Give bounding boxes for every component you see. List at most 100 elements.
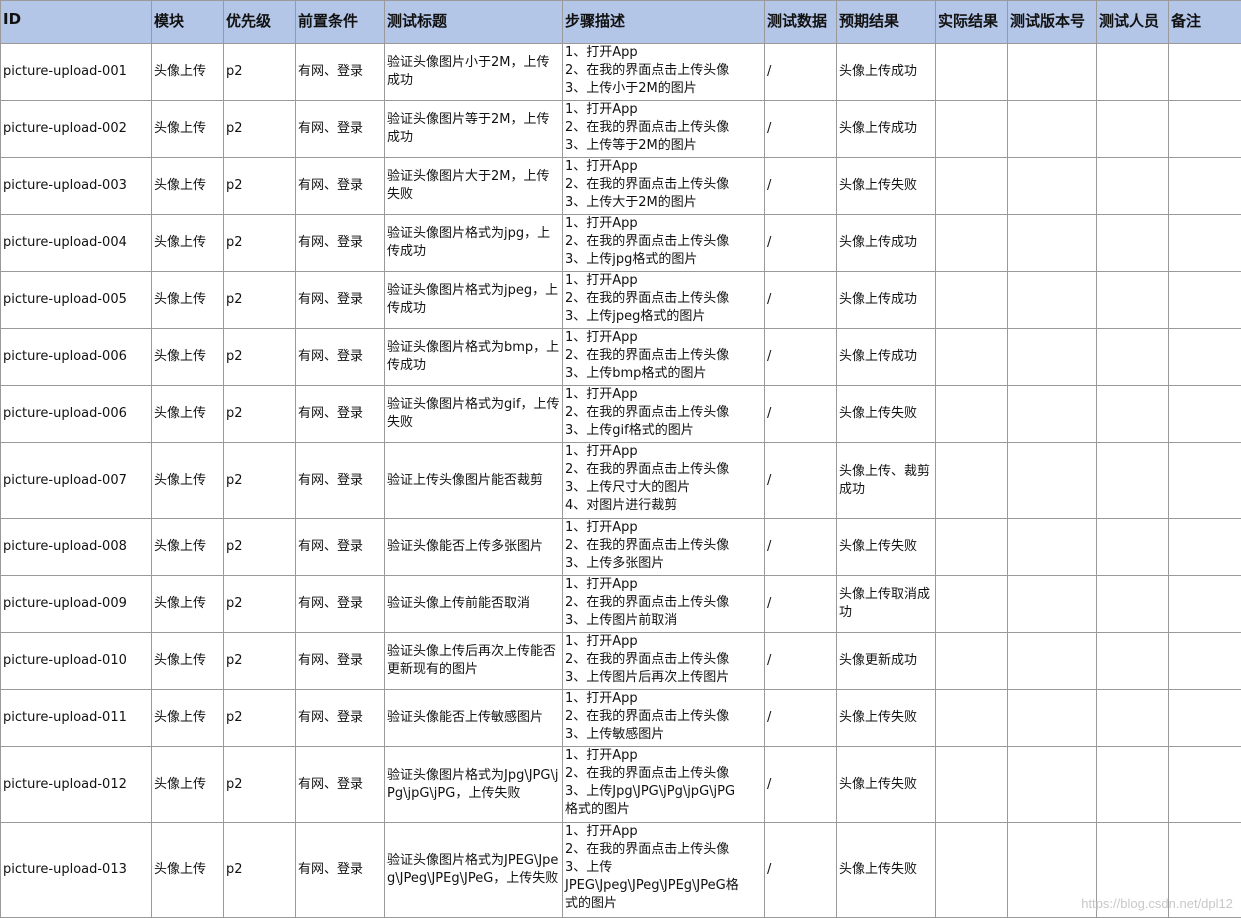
cell-title[interactable]: 验证上传头像图片能否裁剪 <box>385 443 563 519</box>
cell-actual[interactable] <box>936 823 1008 918</box>
cell-expected[interactable]: 头像上传成功 <box>837 44 936 101</box>
cell-tester[interactable] <box>1097 633 1169 690</box>
cell-version[interactable] <box>1008 272 1097 329</box>
cell-priority[interactable]: p2 <box>224 443 296 519</box>
cell-version[interactable] <box>1008 519 1097 576</box>
cell-steps[interactable]: 1、打开App2、在我的界面点击上传头像3、上传gif格式的图片 <box>563 386 765 443</box>
cell-priority[interactable]: p2 <box>224 272 296 329</box>
cell-priority[interactable]: p2 <box>224 44 296 101</box>
cell-actual[interactable] <box>936 386 1008 443</box>
cell-title[interactable]: 验证头像图片格式为Jpg\JPG\jPg\jpG\jPG，上传失败 <box>385 747 563 823</box>
cell-version[interactable] <box>1008 386 1097 443</box>
cell-expected[interactable]: 头像上传、裁剪成功 <box>837 443 936 519</box>
cell-test-data[interactable]: / <box>765 747 837 823</box>
cell-note[interactable] <box>1169 158 1241 215</box>
cell-steps[interactable]: 1、打开App2、在我的界面点击上传头像3、上传敏感图片 <box>563 690 765 747</box>
cell-title[interactable]: 验证头像图片格式为JPEG\Jpeg\JPeg\JPEg\JPeG，上传失败 <box>385 823 563 918</box>
cell-precondition[interactable]: 有网、登录 <box>296 443 385 519</box>
cell-steps[interactable]: 1、打开App2、在我的界面点击上传头像3、上传小于2M的图片 <box>563 44 765 101</box>
cell-steps[interactable]: 1、打开App2、在我的界面点击上传头像3、上传尺寸大的图片4、对图片进行裁剪 <box>563 443 765 519</box>
cell-module[interactable]: 头像上传 <box>152 747 224 823</box>
cell-module[interactable]: 头像上传 <box>152 158 224 215</box>
cell-note[interactable] <box>1169 747 1241 823</box>
cell-actual[interactable] <box>936 101 1008 158</box>
cell-module[interactable]: 头像上传 <box>152 823 224 918</box>
cell-precondition[interactable]: 有网、登录 <box>296 44 385 101</box>
cell-module[interactable]: 头像上传 <box>152 690 224 747</box>
cell-note[interactable] <box>1169 633 1241 690</box>
cell-title[interactable]: 验证头像图片小于2M，上传成功 <box>385 44 563 101</box>
cell-precondition[interactable]: 有网、登录 <box>296 690 385 747</box>
cell-precondition[interactable]: 有网、登录 <box>296 823 385 918</box>
cell-version[interactable] <box>1008 576 1097 633</box>
column-header-steps[interactable]: 步骤描述 <box>563 1 765 44</box>
cell-expected[interactable]: 头像上传失败 <box>837 823 936 918</box>
cell-test-data[interactable]: / <box>765 823 837 918</box>
cell-tester[interactable] <box>1097 101 1169 158</box>
cell-steps[interactable]: 1、打开App2、在我的界面点击上传头像3、上传多张图片 <box>563 519 765 576</box>
cell-priority[interactable]: p2 <box>224 747 296 823</box>
cell-expected[interactable]: 头像上传成功 <box>837 215 936 272</box>
cell-test-data[interactable]: / <box>765 101 837 158</box>
cell-version[interactable] <box>1008 633 1097 690</box>
cell-id[interactable]: picture-upload-006 <box>1 386 152 443</box>
cell-actual[interactable] <box>936 215 1008 272</box>
column-header-version[interactable]: 测试版本号 <box>1008 1 1097 44</box>
cell-id[interactable]: picture-upload-012 <box>1 747 152 823</box>
column-header-expected[interactable]: 预期结果 <box>837 1 936 44</box>
cell-expected[interactable]: 头像更新成功 <box>837 633 936 690</box>
cell-tester[interactable] <box>1097 44 1169 101</box>
cell-module[interactable]: 头像上传 <box>152 101 224 158</box>
cell-priority[interactable]: p2 <box>224 633 296 690</box>
cell-version[interactable] <box>1008 101 1097 158</box>
cell-test-data[interactable]: / <box>765 443 837 519</box>
cell-test-data[interactable]: / <box>765 386 837 443</box>
cell-precondition[interactable]: 有网、登录 <box>296 101 385 158</box>
cell-module[interactable]: 头像上传 <box>152 576 224 633</box>
cell-version[interactable] <box>1008 158 1097 215</box>
cell-note[interactable] <box>1169 443 1241 519</box>
cell-id[interactable]: picture-upload-007 <box>1 443 152 519</box>
cell-version[interactable] <box>1008 690 1097 747</box>
column-header-note[interactable]: 备注 <box>1169 1 1241 44</box>
cell-actual[interactable] <box>936 272 1008 329</box>
column-header-actual[interactable]: 实际结果 <box>936 1 1008 44</box>
cell-id[interactable]: picture-upload-009 <box>1 576 152 633</box>
cell-test-data[interactable]: / <box>765 215 837 272</box>
cell-test-data[interactable]: / <box>765 633 837 690</box>
cell-id[interactable]: picture-upload-013 <box>1 823 152 918</box>
cell-precondition[interactable]: 有网、登录 <box>296 158 385 215</box>
cell-expected[interactable]: 头像上传成功 <box>837 272 936 329</box>
cell-expected[interactable]: 头像上传失败 <box>837 690 936 747</box>
cell-id[interactable]: picture-upload-001 <box>1 44 152 101</box>
cell-actual[interactable] <box>936 443 1008 519</box>
cell-tester[interactable] <box>1097 386 1169 443</box>
cell-id[interactable]: picture-upload-003 <box>1 158 152 215</box>
cell-note[interactable] <box>1169 519 1241 576</box>
cell-note[interactable] <box>1169 329 1241 386</box>
column-header-precondition[interactable]: 前置条件 <box>296 1 385 44</box>
cell-title[interactable]: 验证头像图片格式为jpeg，上传成功 <box>385 272 563 329</box>
cell-actual[interactable] <box>936 329 1008 386</box>
cell-steps[interactable]: 1、打开App2、在我的界面点击上传头像3、上传jpg格式的图片 <box>563 215 765 272</box>
cell-precondition[interactable]: 有网、登录 <box>296 519 385 576</box>
cell-title[interactable]: 验证头像图片格式为jpg，上传成功 <box>385 215 563 272</box>
cell-note[interactable] <box>1169 101 1241 158</box>
cell-expected[interactable]: 头像上传失败 <box>837 158 936 215</box>
cell-note[interactable] <box>1169 386 1241 443</box>
column-header-title[interactable]: 测试标题 <box>385 1 563 44</box>
cell-priority[interactable]: p2 <box>224 101 296 158</box>
cell-actual[interactable] <box>936 158 1008 215</box>
cell-title[interactable]: 验证头像上传后再次上传能否更新现有的图片 <box>385 633 563 690</box>
cell-id[interactable]: picture-upload-008 <box>1 519 152 576</box>
cell-actual[interactable] <box>936 576 1008 633</box>
cell-id[interactable]: picture-upload-004 <box>1 215 152 272</box>
cell-title[interactable]: 验证头像图片等于2M，上传成功 <box>385 101 563 158</box>
cell-actual[interactable] <box>936 690 1008 747</box>
cell-title[interactable]: 验证头像图片格式为gif，上传失败 <box>385 386 563 443</box>
cell-precondition[interactable]: 有网、登录 <box>296 747 385 823</box>
cell-actual[interactable] <box>936 519 1008 576</box>
cell-version[interactable] <box>1008 443 1097 519</box>
cell-module[interactable]: 头像上传 <box>152 44 224 101</box>
cell-actual[interactable] <box>936 747 1008 823</box>
